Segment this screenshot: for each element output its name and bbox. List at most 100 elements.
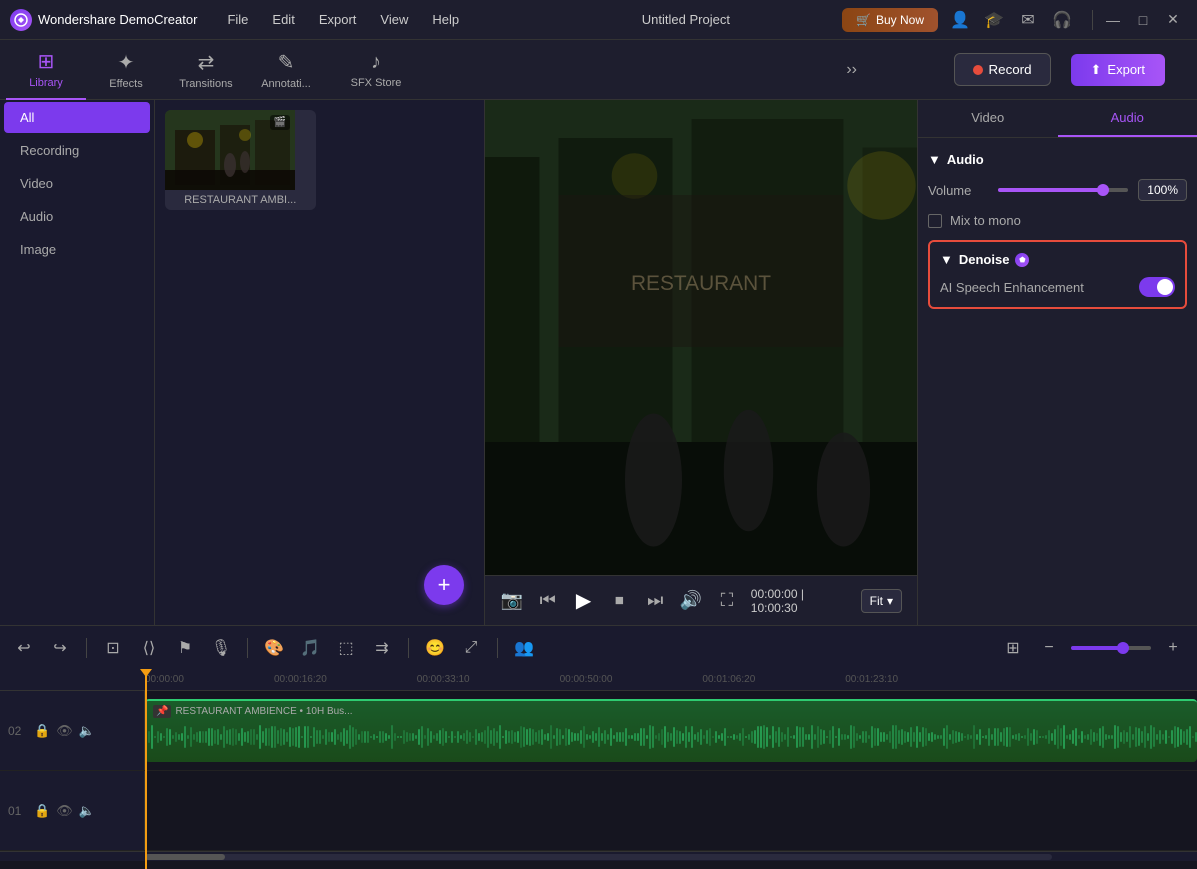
tab-annotations-label: Annotati... [261, 78, 311, 90]
color-button[interactable]: 🎨 [260, 634, 288, 662]
next-frame-button[interactable]: ⏭ [643, 587, 667, 615]
tab-library[interactable]: ⊞ Library [6, 40, 86, 100]
menu-export[interactable]: Export [309, 8, 367, 31]
track-clip-02[interactable]: 📌 RESTAURANT AMBIENCE • 10H Bus... [145, 699, 1197, 762]
sidebar-item-recording[interactable]: Recording [4, 135, 150, 166]
sidebar-item-all[interactable]: All [4, 102, 150, 133]
ai-speech-toggle[interactable] [1139, 277, 1175, 297]
tab-sfxstore[interactable]: ♪ SFX Store [336, 40, 416, 100]
media-item-0[interactable]: 🎬 RESTAURANT AMBI... [165, 110, 316, 210]
prev-frame-button[interactable]: ⏮ [536, 587, 560, 615]
tab-more-arrow[interactable]: ›› [846, 61, 857, 79]
collab-button[interactable]: 👥 [510, 634, 538, 662]
ruler-mark-2: 00:00:33:10 [417, 674, 560, 685]
fit-label: Fit [870, 594, 883, 608]
tab-effects[interactable]: ✦ Effects [86, 40, 166, 100]
zoom-slider[interactable] [1071, 646, 1151, 650]
volume-slider[interactable] [998, 188, 1128, 192]
audio-tool-button[interactable]: 🎵 [296, 634, 324, 662]
menu-items: File Edit Export View Help [217, 8, 529, 31]
waveform-02 [145, 722, 1197, 752]
minimize-button[interactable]: — [1099, 6, 1127, 34]
undo-button[interactable]: ↩ [10, 634, 38, 662]
crop-button[interactable]: ⊡ [99, 634, 127, 662]
preview-area: RESTAURANT 📷 ⏮ ▶ ⏹ ⏭ 🔊 ⛶ 00:00:00 | 10:0… [485, 100, 917, 625]
mic-button[interactable]: 🎙 [207, 634, 235, 662]
volume-label: Volume [928, 183, 988, 198]
crop-tool-button[interactable]: ⬚ [332, 634, 360, 662]
close-button[interactable]: ✕ [1159, 6, 1187, 34]
scrollbar-track[interactable] [145, 854, 1052, 860]
total-time: 10:00:30 [751, 601, 798, 615]
media-grid: 🎬 RESTAURANT AMBI... [165, 110, 474, 210]
ruler-mark-5: 00:01:23:10 [845, 674, 988, 685]
record-button[interactable]: Record [954, 53, 1051, 86]
eye-icon-02[interactable]: 👁 [56, 723, 73, 739]
tab-transitions[interactable]: ⇄ Transitions [166, 40, 246, 100]
add-media-button[interactable]: + [424, 565, 464, 605]
menu-bar: Wondershare DemoCreator File Edit Export… [0, 0, 1197, 40]
zoom-in-button[interactable]: + [1159, 634, 1187, 662]
mortarboard-icon[interactable]: 🎓 [980, 6, 1008, 34]
scrollbar-thumb[interactable] [145, 854, 225, 860]
play-button[interactable]: ▶ [572, 587, 596, 615]
playhead[interactable] [145, 669, 147, 869]
lock-icon-01[interactable]: 🔒 [34, 803, 50, 819]
user-icon[interactable]: 👤 [946, 6, 974, 34]
fit-dropdown[interactable]: Fit ▾ [861, 589, 902, 613]
menu-help[interactable]: Help [422, 8, 469, 31]
buy-now-button[interactable]: 🛒 Buy Now [842, 8, 938, 32]
tab-video-panel[interactable]: Video [918, 100, 1058, 137]
preview-controls: 📷 ⏮ ▶ ⏹ ⏭ 🔊 ⛶ 00:00:00 | 10:00:30 Fit ▾ [485, 575, 917, 625]
record-label: Record [989, 62, 1032, 77]
menu-edit[interactable]: Edit [262, 8, 304, 31]
speed-button[interactable]: ⇉ [368, 634, 396, 662]
fit-timeline-button[interactable]: ⊞ [999, 634, 1027, 662]
export-button[interactable]: ⬆ Export [1071, 54, 1165, 86]
toolbar-divider-2 [247, 638, 248, 658]
stop-button[interactable]: ⏹ [607, 587, 631, 615]
eye-icon-01[interactable]: 👁 [56, 803, 73, 819]
toolbar-divider-3 [408, 638, 409, 658]
headset-icon[interactable]: 🎧 [1048, 6, 1076, 34]
audio-section-header[interactable]: ▼ Audio [928, 152, 1187, 167]
screenshot-button[interactable]: 📷 [500, 587, 524, 615]
waveform-bars-02 [145, 722, 1197, 752]
menu-view[interactable]: View [370, 8, 418, 31]
toolbar-right: ⊞ − + [999, 634, 1187, 662]
track-row-01: 01 🔒 👁 🔈 [0, 771, 1197, 851]
window-controls: — □ ✕ [1099, 6, 1187, 34]
toggle-thumb [1157, 279, 1173, 295]
menu-file[interactable]: File [217, 8, 258, 31]
zoom-out-button[interactable]: − [1035, 634, 1063, 662]
svg-text:RESTAURANT: RESTAURANT [631, 272, 771, 295]
fullscreen-button[interactable]: ⛶ [715, 587, 739, 615]
marker-button[interactable]: ⚑ [171, 634, 199, 662]
maximize-button[interactable]: □ [1129, 6, 1157, 34]
mute-icon-01[interactable]: 🔈 [79, 803, 95, 819]
sidebar-item-video[interactable]: Video [4, 168, 150, 199]
volume-button[interactable]: 🔊 [679, 587, 703, 615]
horizontal-scrollbar [0, 851, 1197, 861]
mute-icon-02[interactable]: 🔈 [79, 723, 95, 739]
tab-library-label: Library [29, 77, 63, 89]
emoji-button[interactable]: 😊 [421, 634, 449, 662]
section-arrow-icon: ▼ [928, 152, 941, 167]
export-label: Export [1107, 62, 1145, 77]
redo-button[interactable]: ↪ [46, 634, 74, 662]
denoise-header[interactable]: ▼ Denoise ⬟ [940, 252, 1175, 267]
effects-icon: ✦ [118, 50, 135, 75]
sidebar-item-image[interactable]: Image [4, 234, 150, 265]
transform-button[interactable]: ⤢ [457, 634, 485, 662]
mix-to-mono-checkbox[interactable] [928, 214, 942, 228]
audio-section-label: Audio [947, 152, 984, 167]
main-content: All Recording Video Audio Image [0, 100, 1197, 625]
lock-icon-02[interactable]: 🔒 [34, 723, 50, 739]
split-button[interactable]: ⟨⟩ [135, 634, 163, 662]
tab-audio-panel[interactable]: Audio [1058, 100, 1197, 137]
timeline-tracks: 02 🔒 👁 🔈 📌 RESTAURANT AMBIENCE • 10H Bus… [0, 691, 1197, 851]
mail-icon[interactable]: ✉ [1014, 6, 1042, 34]
track-content-01 [145, 771, 1197, 850]
tab-annotations[interactable]: ✎ Annotati... [246, 40, 326, 100]
sidebar-item-audio[interactable]: Audio [4, 201, 150, 232]
